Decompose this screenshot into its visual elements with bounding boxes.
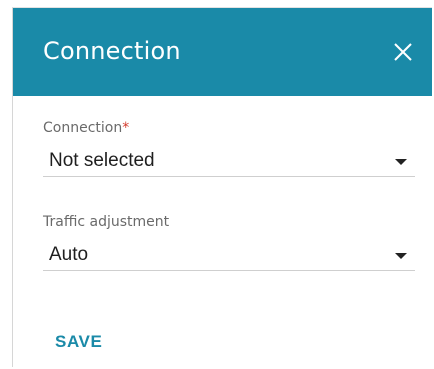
close-icon[interactable] [392, 41, 414, 63]
dropdown-arrow-icon [395, 159, 407, 165]
traffic-adjustment-field: Traffic adjustment Auto [43, 214, 415, 271]
connection-dialog: Connection Connection* Not selected Traf… [12, 7, 432, 367]
save-button[interactable]: SAVE [55, 332, 102, 352]
dialog-header: Connection [13, 8, 432, 96]
dropdown-arrow-icon [395, 253, 407, 259]
connection-label: Connection* [43, 120, 415, 136]
dialog-title: Connection [43, 37, 181, 65]
traffic-adjustment-select-value: Auto [49, 244, 89, 265]
connection-label-text: Connection [43, 120, 123, 136]
connection-select-value: Not selected [49, 150, 155, 171]
traffic-adjustment-select[interactable]: Auto [43, 236, 415, 271]
connection-select[interactable]: Not selected [43, 142, 415, 177]
connection-field: Connection* Not selected [43, 120, 415, 177]
required-marker: * [122, 120, 130, 136]
traffic-adjustment-label: Traffic adjustment [43, 214, 170, 230]
